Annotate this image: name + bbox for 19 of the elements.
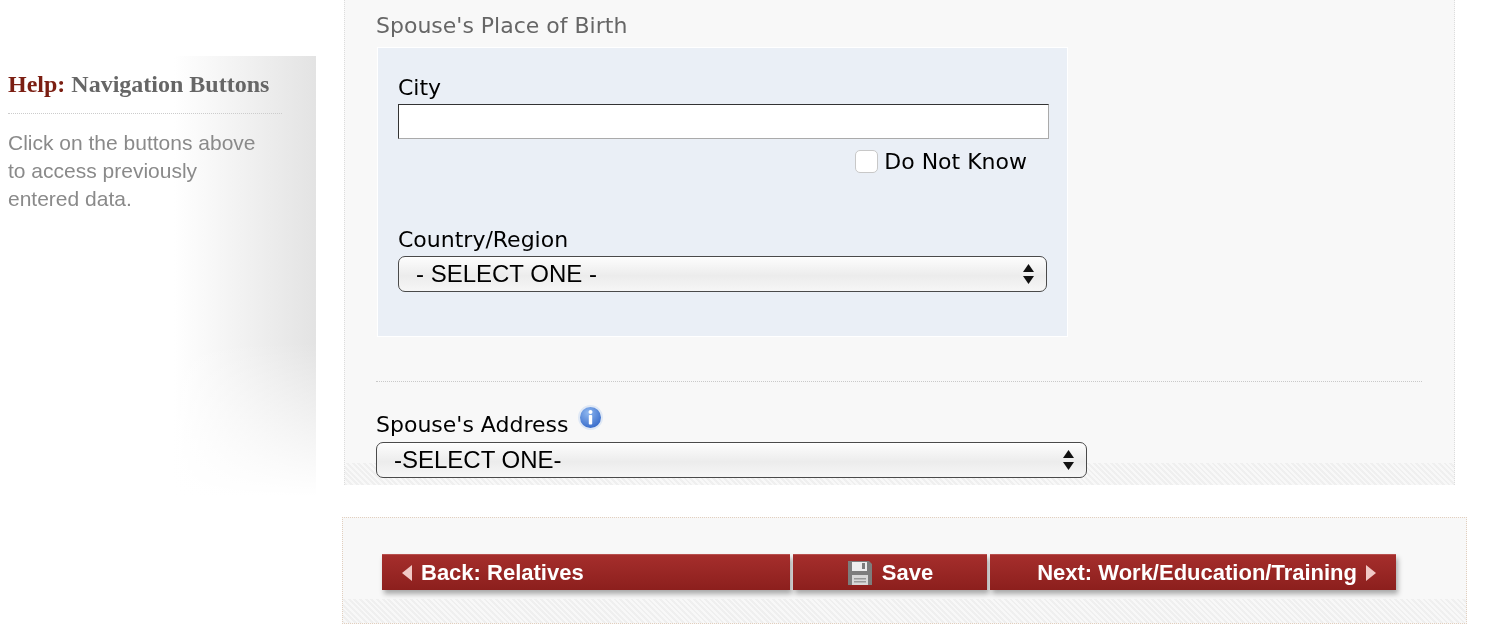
back-button[interactable]: Back: Relatives [382,554,790,590]
field-label: Spouse's Address [376,413,569,437]
checkbox[interactable] [855,150,879,173]
save-button[interactable]: Save [793,554,987,590]
up-down-arrow-icon [1063,450,1074,470]
left-triangle-icon [402,564,412,581]
country-select[interactable]: - SELECT ONE - [398,256,1047,292]
help-text: Click on the buttons above to access previously entered data. [8,130,257,212]
address-select[interactable]: -SELECT ONE- [376,442,1087,478]
field-label: City [398,76,442,100]
up-down-arrow-icon [1023,264,1034,284]
right-triangle-icon [1366,564,1376,581]
next-button[interactable]: Next: Work/Education/Training [990,554,1396,590]
field-label: Country/Region [398,228,569,252]
section-heading: Spouse's Place of Birth [376,14,628,38]
info-icon[interactable] [578,405,604,430]
checkbox-label: Do Not Know [884,150,1027,173]
help-title: Help: Navigation Buttons [8,72,282,114]
city-input[interactable] [398,104,1049,139]
